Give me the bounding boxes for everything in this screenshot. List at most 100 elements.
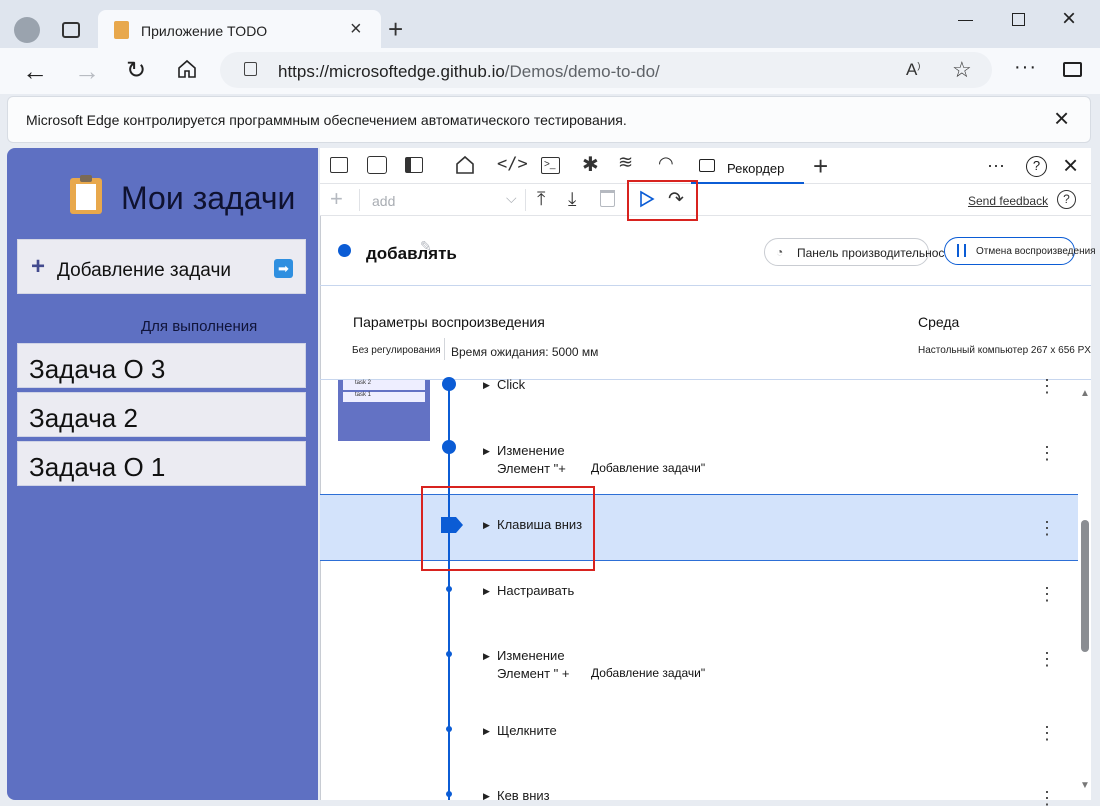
network-wifi-icon[interactable]: ≋: [618, 152, 633, 173]
step-menu-icon[interactable]: ⋮: [1038, 518, 1056, 539]
read-aloud-icon[interactable]: A): [906, 60, 920, 80]
step-over-icon[interactable]: ↷: [668, 188, 684, 211]
close-window-icon[interactable]: ×: [1062, 5, 1076, 33]
export-icon[interactable]: ⤒: [537, 189, 545, 211]
devtools-more-icon[interactable]: ···: [987, 155, 1005, 176]
current-step-highlight-box: [421, 486, 595, 571]
maximize-icon[interactable]: [1012, 13, 1025, 26]
task-item[interactable]: Задача О 3: [17, 343, 306, 388]
app-title: Мои задачи: [121, 180, 296, 216]
elements-icon[interactable]: </>: [497, 154, 528, 174]
delete-recording-icon[interactable]: [600, 190, 615, 207]
step-detail-prefix: Элемент "+: [497, 461, 566, 476]
expand-triangle-icon[interactable]: ▶: [483, 586, 490, 597]
expand-triangle-icon[interactable]: ▶: [483, 651, 490, 662]
recording-select-value: add: [372, 193, 396, 209]
pause-icon: [957, 244, 966, 257]
new-tab-icon[interactable]: +: [388, 14, 403, 45]
recording-name: добавлять: [366, 244, 457, 263]
settings-bottom-divider: [320, 379, 1091, 380]
console-icon[interactable]: >_: [541, 157, 560, 174]
clipboard-favicon-icon: [114, 21, 129, 39]
step-marker: [446, 726, 452, 732]
recorder-help-icon[interactable]: ?: [1057, 190, 1076, 209]
more-menu-icon[interactable]: ···: [1014, 56, 1037, 79]
settings-divider: [444, 338, 445, 360]
step-menu-icon[interactable]: ⋮: [1038, 376, 1056, 397]
import-icon[interactable]: ⤓: [568, 189, 576, 211]
expand-triangle-icon[interactable]: ▶: [483, 791, 490, 802]
step-title[interactable]: Изменение: [497, 443, 565, 458]
step-detail-suffix: Добавление задачи": [591, 461, 706, 475]
step-title[interactable]: Изменение: [497, 648, 565, 663]
automation-notice: Microsoft Edge контролируется программны…: [26, 112, 627, 128]
home-icon[interactable]: [176, 58, 198, 80]
recorder-tab-label: Рекордер: [727, 161, 785, 176]
tab-close-icon[interactable]: ×: [350, 18, 362, 41]
forward-icon[interactable]: →: [74, 56, 100, 87]
recording-status-dot: [338, 244, 351, 257]
back-icon[interactable]: ←: [22, 56, 48, 87]
header-divider: [320, 285, 1091, 286]
tab-title: Приложение TODO: [141, 23, 268, 39]
throttling-setting[interactable]: Без регулирования: [352, 345, 441, 356]
performance-panel-label: Панель производительности: [797, 246, 957, 260]
step-menu-icon[interactable]: ⋮: [1038, 788, 1056, 806]
playback-settings-title: Параметры воспроизведения: [353, 314, 545, 330]
create-recording-icon[interactable]: +: [330, 186, 343, 212]
submit-arrow-icon[interactable]: ➡: [274, 259, 293, 278]
scroll-down-icon[interactable]: ▼: [1080, 780, 1090, 791]
step-detail-suffix: Добавление задачи": [591, 666, 706, 680]
expand-triangle-icon[interactable]: ▶: [483, 726, 490, 737]
cancel-replay-label: Отмена воспроизведения: [976, 246, 1096, 257]
sources-bug-icon[interactable]: ✱: [582, 152, 599, 177]
minimize-icon[interactable]: [958, 20, 973, 21]
step-marker: [442, 377, 456, 391]
edit-pencil-icon[interactable]: ✎: [420, 238, 432, 255]
add-task-label: Добавление задачи: [57, 260, 231, 281]
expand-triangle-icon[interactable]: ▶: [483, 446, 490, 457]
device-emulation-icon[interactable]: [367, 156, 387, 174]
replay-play-icon[interactable]: [639, 190, 655, 208]
timeout-setting[interactable]: Время ожидания: 5000 мм: [451, 345, 598, 359]
step-marker: [446, 791, 452, 797]
favorite-star-icon[interactable]: ☆: [952, 57, 972, 83]
step-menu-icon[interactable]: ⋮: [1038, 649, 1056, 670]
step-detail-prefix: Элемент " +: [497, 666, 570, 681]
step-title[interactable]: Щелкните: [497, 723, 557, 738]
step-menu-icon[interactable]: ⋮: [1038, 443, 1056, 464]
step-title[interactable]: Настраивать: [497, 583, 574, 598]
refresh-icon[interactable]: ↻: [126, 56, 146, 85]
step-title[interactable]: Кев вниз: [497, 788, 550, 803]
clipboard-icon: [70, 175, 102, 214]
help-icon[interactable]: ?: [1026, 156, 1047, 177]
task-item[interactable]: Задача 2: [17, 392, 306, 437]
welcome-home-icon[interactable]: [454, 154, 476, 176]
expand-triangle-icon[interactable]: ▶: [483, 380, 490, 391]
step-menu-icon[interactable]: ⋮: [1038, 584, 1056, 605]
environment-value: Настольный компьютер 267 x 656 PX: [918, 345, 1091, 356]
sidebar-toggle-icon[interactable]: [1063, 62, 1082, 77]
step-marker: [446, 586, 452, 592]
inspect-icon[interactable]: [330, 157, 348, 173]
tab-actions-icon[interactable]: [62, 22, 80, 38]
step-menu-icon[interactable]: ⋮: [1038, 723, 1056, 744]
scrollbar-thumb[interactable]: [1081, 520, 1089, 652]
screenshot-thumbnail: task 2 task 1: [338, 380, 430, 441]
task-item[interactable]: Задача О 1: [17, 441, 306, 486]
add-panel-icon[interactable]: +: [813, 151, 828, 182]
dock-side-icon[interactable]: [405, 157, 423, 173]
recorder-camera-icon: [699, 159, 715, 172]
section-label: Для выполнения: [141, 318, 258, 335]
send-feedback-link[interactable]: Send feedback: [968, 194, 1048, 208]
performance-icon[interactable]: ◠: [658, 153, 674, 174]
url-path: /Demos/demo-to-do/: [504, 62, 660, 81]
step-title[interactable]: Click: [497, 377, 525, 392]
profile-icon[interactable]: [14, 17, 40, 43]
speedometer-icon: ◔: [776, 245, 784, 259]
lock-icon[interactable]: [244, 62, 257, 76]
scroll-up-icon[interactable]: ▲: [1080, 388, 1090, 399]
thumbnail-row: task 2: [343, 380, 425, 390]
infobar-close-icon[interactable]: ×: [1054, 103, 1069, 134]
devtools-close-icon[interactable]: ×: [1063, 150, 1078, 181]
